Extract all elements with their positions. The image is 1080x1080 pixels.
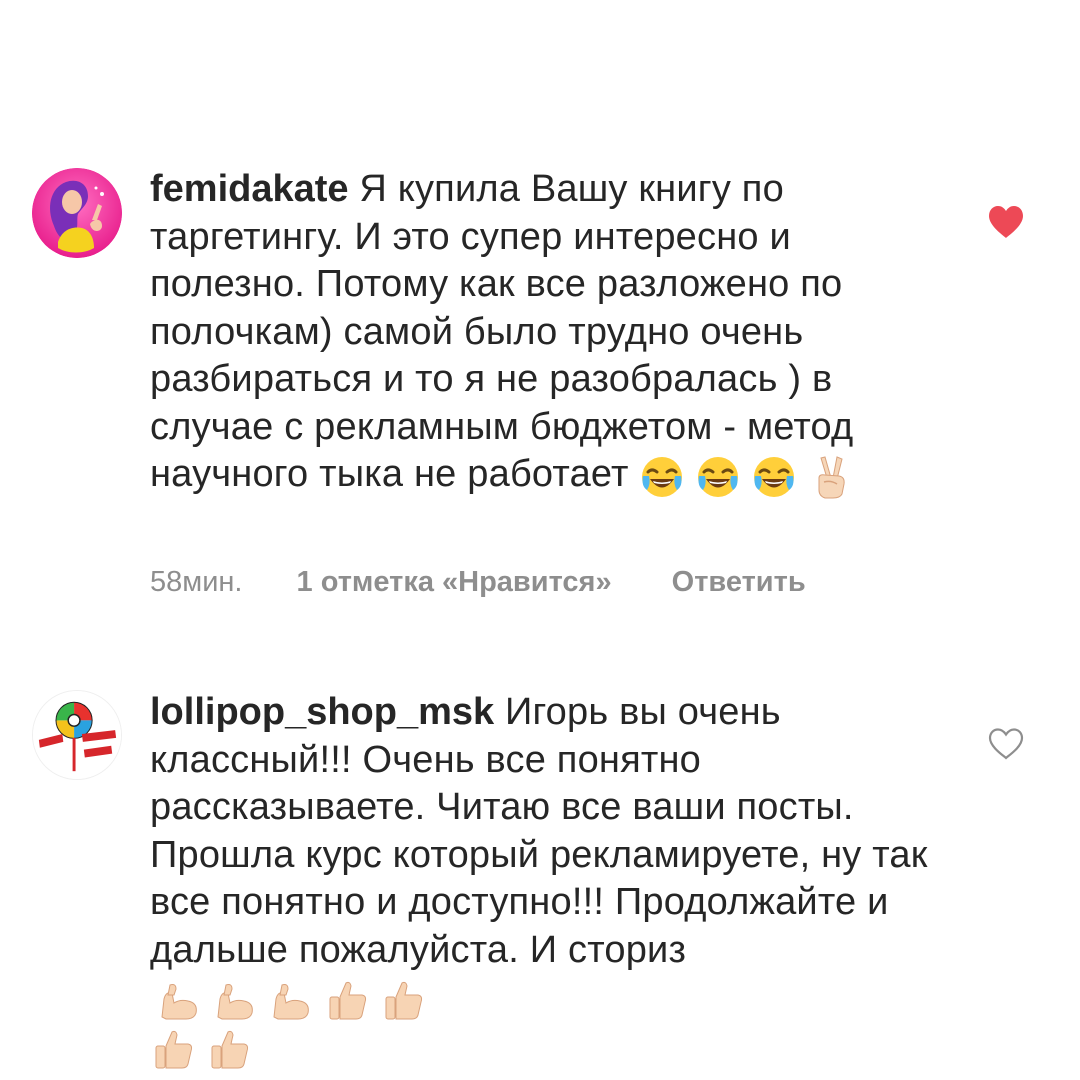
likes-count-link[interactable]: 1 отметка «Нравится» xyxy=(297,566,612,599)
comment-body: femidakate Я купила Вашу книгу по таргет… xyxy=(150,166,940,500)
comment-timestamp: 58мин. xyxy=(150,566,243,598)
flexed-biceps-icon xyxy=(268,977,314,1023)
emoji-row xyxy=(150,975,436,1023)
emoji-row xyxy=(150,1024,262,1072)
flexed-biceps-icon xyxy=(212,977,258,1023)
thumbs-up-icon xyxy=(150,1026,196,1072)
reply-button[interactable]: Ответить xyxy=(672,566,806,599)
face-with-tears-of-joy-icon xyxy=(751,454,797,500)
thumbs-up-icon xyxy=(380,977,426,1023)
comment-text: Я купила Вашу книгу по таргетингу. И это… xyxy=(150,168,854,495)
flexed-biceps-icon xyxy=(156,977,202,1023)
comment-meta: 58мин. 1 отметка «Нравится» Ответить xyxy=(150,566,806,599)
comment-username[interactable]: lollipop_shop_msk xyxy=(150,691,494,733)
lollipop-shop-logo-icon xyxy=(33,691,121,779)
victory-hand-icon xyxy=(807,454,853,500)
like-button[interactable] xyxy=(987,205,1025,239)
user-avatar[interactable] xyxy=(32,690,122,780)
thumbs-up-icon xyxy=(324,977,370,1023)
emoji-row xyxy=(639,452,863,500)
face-with-tears-of-joy-icon xyxy=(639,454,685,500)
face-with-tears-of-joy-icon xyxy=(695,454,741,500)
like-button[interactable] xyxy=(987,727,1025,761)
thumbs-up-icon xyxy=(206,1026,252,1072)
heart-outline-icon xyxy=(988,728,1024,760)
user-avatar[interactable] xyxy=(32,168,122,258)
woman-avatar-icon xyxy=(32,168,122,258)
heart-filled-icon xyxy=(989,206,1023,238)
comment-username[interactable]: femidakate xyxy=(150,168,349,210)
comment-body: lollipop_shop_msk Игорь вы очень классны… xyxy=(150,689,940,1072)
